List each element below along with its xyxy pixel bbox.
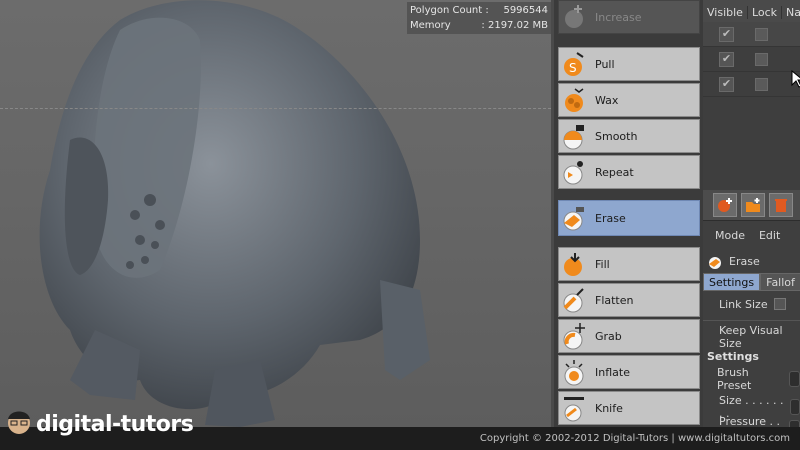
brush-label: Increase bbox=[595, 10, 642, 24]
layer-row[interactable]: ✔ bbox=[703, 47, 800, 72]
column-lock[interactable]: Lock bbox=[748, 6, 783, 19]
attribute-manager: Mode Edit Erase Settings Fallof Link Siz… bbox=[703, 220, 800, 427]
brand-name: digital-tutors bbox=[36, 411, 194, 437]
polygon-count-value: 5996544 bbox=[503, 5, 548, 16]
viewport[interactable]: Polygon Count : 5996544 Memory : 2197.02 M… bbox=[0, 0, 551, 427]
pressure-field[interactable] bbox=[789, 420, 800, 427]
svg-text:S: S bbox=[569, 61, 577, 75]
tutor-face-icon bbox=[8, 411, 30, 434]
polygon-count-label: Polygon Count : bbox=[410, 5, 489, 16]
brush-fill[interactable]: Fill bbox=[558, 247, 700, 281]
lock-checkbox[interactable] bbox=[755, 52, 768, 66]
pressure-row: Pressure . . . . bbox=[703, 415, 800, 427]
brush-erase[interactable]: Erase bbox=[558, 200, 700, 236]
erase-icon bbox=[709, 257, 721, 269]
size-field[interactable] bbox=[789, 399, 800, 415]
column-name[interactable]: Nam bbox=[782, 6, 800, 19]
copyright-text: Copyright © 2002-2012 Digital-Tutors | w… bbox=[479, 433, 790, 444]
layer-row[interactable]: ✔ bbox=[703, 22, 800, 47]
brush-increase[interactable]: Increase bbox=[558, 0, 700, 34]
erase-icon bbox=[563, 207, 584, 231]
sculpt-model bbox=[39, 0, 430, 427]
attribute-menu: Mode Edit bbox=[703, 220, 800, 249]
lock-checkbox[interactable] bbox=[755, 77, 768, 91]
mouse-cursor-icon bbox=[791, 70, 800, 88]
memory-value: : 2197.02 MB bbox=[481, 20, 548, 31]
memory-label: Memory bbox=[410, 20, 451, 31]
brush-grab[interactable]: Grab bbox=[558, 319, 700, 353]
scene-stats: Polygon Count : 5996544 Memory : 2197.02 M… bbox=[407, 2, 551, 34]
brush-preset-label: Brush Preset bbox=[717, 366, 752, 392]
new-folder-button[interactable] bbox=[741, 193, 765, 217]
brush-wax[interactable]: Wax bbox=[558, 83, 700, 117]
link-size-checkbox[interactable] bbox=[773, 298, 786, 310]
fill-icon bbox=[564, 253, 582, 276]
brush-inflate[interactable]: Inflate bbox=[558, 355, 700, 389]
keep-visual-size-label: Keep Visual Size bbox=[719, 324, 783, 350]
flatten-icon bbox=[563, 288, 584, 313]
brush-palette: Increase S Pull Wax Smooth Repeat Erase … bbox=[551, 0, 703, 427]
increase-icon bbox=[565, 5, 583, 28]
visible-checkbox[interactable]: ✔ bbox=[719, 76, 734, 92]
repeat-icon bbox=[563, 161, 583, 185]
brush-label: Wax bbox=[595, 93, 619, 107]
brand-logo: digital-tutors bbox=[6, 400, 194, 448]
brush-knife[interactable]: Knife bbox=[558, 391, 700, 425]
active-tool-title: Erase bbox=[703, 249, 800, 273]
pressure-label: Pressure . . . . bbox=[719, 415, 780, 427]
brush-label: Repeat bbox=[595, 165, 634, 179]
grid-guide-line bbox=[0, 108, 551, 109]
wax-icon bbox=[565, 88, 584, 112]
inflate-icon bbox=[564, 360, 584, 386]
brush-repeat[interactable]: Repeat bbox=[558, 155, 700, 189]
brush-smooth[interactable]: Smooth bbox=[558, 119, 700, 153]
visible-checkbox[interactable]: ✔ bbox=[719, 51, 734, 67]
brush-label: Fill bbox=[595, 257, 610, 271]
layers-panel: Visible Lock Nam ✔ ✔ ✔ bbox=[703, 0, 800, 190]
lock-checkbox[interactable] bbox=[755, 27, 768, 41]
knife-icon bbox=[564, 397, 584, 422]
brush-label: Grab bbox=[595, 329, 622, 343]
brush-label: Pull bbox=[595, 57, 615, 71]
brush-label: Flatten bbox=[595, 293, 634, 307]
layer-row[interactable]: ✔ bbox=[703, 72, 800, 97]
layers-toolbar bbox=[703, 190, 800, 220]
menu-mode[interactable]: Mode bbox=[715, 229, 745, 242]
trash-icon bbox=[775, 199, 787, 212]
new-layer-button[interactable] bbox=[713, 193, 737, 217]
divider bbox=[703, 320, 800, 321]
grab-icon bbox=[563, 323, 585, 350]
brush-pull[interactable]: S Pull bbox=[558, 47, 700, 81]
smooth-icon bbox=[563, 125, 584, 150]
tab-settings[interactable]: Settings bbox=[703, 273, 761, 291]
brush-label: Inflate bbox=[595, 365, 630, 379]
keep-visual-size-row: Keep Visual Size bbox=[703, 324, 800, 350]
brush-preset-row: Brush Preset bbox=[703, 366, 800, 392]
column-visible[interactable]: Visible bbox=[703, 6, 748, 19]
brush-label: Erase bbox=[595, 211, 626, 225]
layers-header: Visible Lock Nam bbox=[703, 0, 800, 22]
visible-checkbox[interactable]: ✔ bbox=[719, 26, 734, 42]
brush-preset-field[interactable] bbox=[788, 371, 800, 387]
menu-edit[interactable]: Edit bbox=[759, 229, 780, 242]
brush-label: Smooth bbox=[595, 129, 638, 143]
new-folder-icon bbox=[746, 198, 760, 212]
brush-flatten[interactable]: Flatten bbox=[558, 283, 700, 317]
link-size-label: Link Size bbox=[719, 297, 768, 311]
pull-icon: S bbox=[564, 52, 584, 76]
delete-layer-button[interactable] bbox=[769, 193, 793, 217]
tool-name: Erase bbox=[729, 254, 760, 268]
tab-falloff[interactable]: Fallof bbox=[760, 273, 800, 291]
new-layer-icon bbox=[718, 198, 732, 212]
link-size-row: Link Size bbox=[703, 291, 800, 317]
attribute-tabs: Settings Fallof bbox=[703, 273, 800, 291]
brush-label: Knife bbox=[595, 401, 623, 415]
